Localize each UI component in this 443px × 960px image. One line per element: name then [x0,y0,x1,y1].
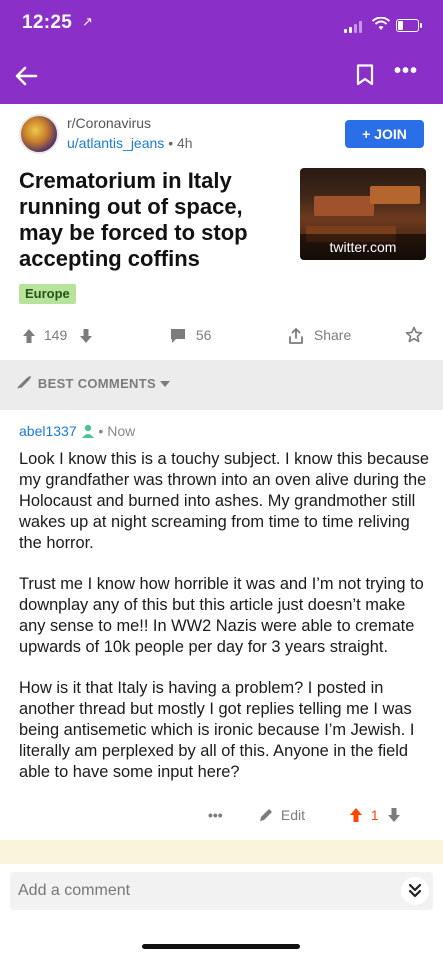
edit-button[interactable]: Edit [259,807,305,823]
comment-paragraph: Trust me I know how horrible it was and … [19,575,424,656]
comment-vote-group: 1 [349,807,401,823]
link-thumbnail[interactable]: twitter.com [300,168,426,260]
downvote-icon[interactable] [387,807,401,823]
post-author[interactable]: u/atlantis_jeans [67,135,164,151]
thumbnail-shape [370,186,420,204]
add-comment-input[interactable] [10,872,378,910]
comment-age: Now [107,423,136,439]
signal-icon [344,21,364,33]
expand-icon[interactable] [401,877,429,905]
share-button[interactable]: Share [288,327,352,345]
comment-body: Look I know this is a touchy subject. I … [19,449,434,803]
comment-count: 56 [195,327,212,343]
meta-separator: • [168,135,174,151]
comment-paragraph: How is it that Italy is having a problem… [19,679,415,781]
location-icon: ↗ [82,14,93,29]
post-flair[interactable]: Europe [19,284,76,304]
nav-bar: ••• [0,48,443,104]
award-icon[interactable] [405,326,423,344]
edit-label: Edit [280,807,306,823]
post-actions: 149 56 Share [0,318,443,356]
downvote-icon[interactable] [79,327,93,344]
join-label: JOIN [374,126,407,142]
upvote-count: 149 [43,327,68,343]
arrow-left-icon[interactable] [10,60,42,92]
comment-icon [170,327,190,344]
sort-dropdown[interactable]: BEST COMMENTS [16,376,170,391]
status-bar: 12:25 ↗ [0,0,443,48]
post-title[interactable]: Crematorium in Italy running out of spac… [19,168,289,272]
comment-composer [10,872,433,910]
wifi-icon [371,16,391,34]
thumbnail-domain: twitter.com [300,234,426,260]
bookmark-icon[interactable] [356,64,374,86]
join-button[interactable]: + JOIN [345,120,424,148]
share-icon [288,327,308,345]
upvote-group: 149 [22,327,93,344]
battery-icon [396,19,422,32]
upvote-icon[interactable] [349,807,367,823]
home-indicator [142,944,300,949]
post-age: 4h [176,135,193,151]
next-comment-preview [0,840,443,864]
comment-meta: abel1337 • Now [19,423,135,439]
plus-icon: + [362,126,371,142]
comment-actions: ••• Edit 1 [0,807,443,831]
thumbnail-shape [314,196,374,216]
sort-bar: BEST COMMENTS [0,360,443,410]
comment-more-button[interactable]: ••• [208,807,223,823]
comment-paragraph: Look I know this is a touchy subject. I … [19,450,429,552]
comment-score: 1 [370,807,379,823]
caret-down-icon [159,376,170,391]
subreddit-name[interactable]: r/Coronavirus [67,115,151,131]
status-time: 12:25 [22,12,73,33]
sort-label: BEST COMMENTS [37,376,156,391]
comments-button[interactable]: 56 [170,327,211,344]
pencil-icon [259,807,277,823]
rocket-icon [16,376,36,391]
post-author-line: u/atlantis_jeans • 4h [67,135,193,151]
share-label: Share [313,327,352,343]
more-options-button[interactable]: ••• [394,60,418,83]
comment-author[interactable]: abel1337 [19,423,77,439]
upvote-icon[interactable] [22,327,40,344]
user-icon [81,423,99,439]
meta-separator: • [98,423,104,439]
subreddit-avatar[interactable] [19,114,59,154]
post-header: r/Coronavirus u/atlantis_jeans • 4h + JO… [0,104,443,162]
